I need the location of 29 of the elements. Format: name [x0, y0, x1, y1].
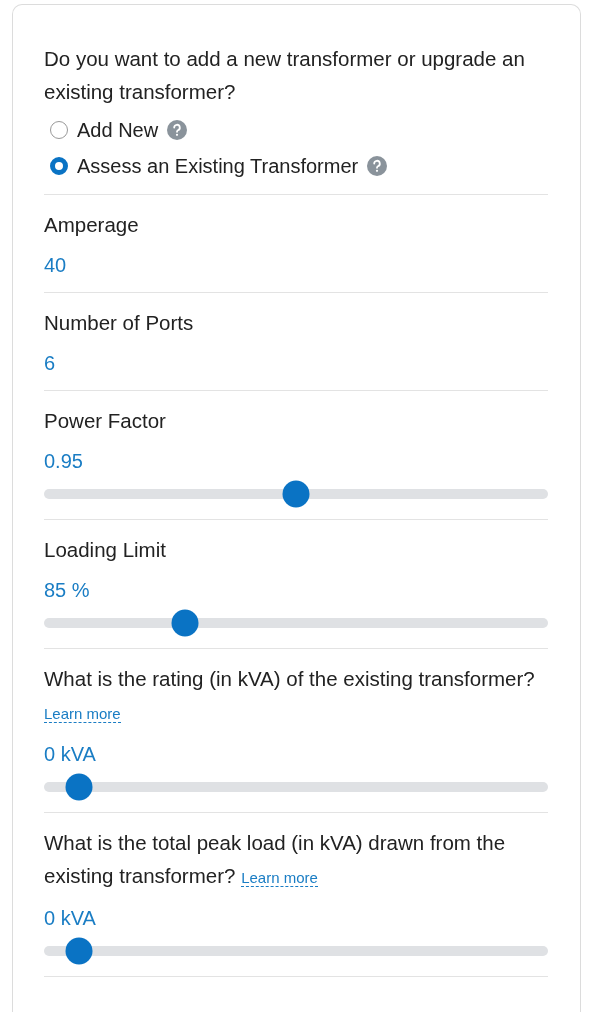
learn-more-link[interactable]: Learn more: [44, 705, 121, 723]
radio-button[interactable]: [50, 121, 68, 139]
field-value: 40: [44, 253, 68, 278]
slider[interactable]: [44, 937, 548, 964]
field-label: Loading Limit: [44, 537, 167, 563]
option-label[interactable]: Add New: [77, 114, 159, 146]
field-label: What is the rating (in kVA) of the existing transformer? Learn more: [44, 666, 536, 725]
question-text: Do you want to add a new transformer or upgrade an existing transformer?: [44, 46, 526, 105]
field-label: Number of Ports: [44, 310, 195, 336]
slider[interactable]: [44, 480, 548, 507]
slider-value: 0 kVA: [44, 906, 97, 931]
field-label: Power Factor: [44, 408, 167, 434]
slider[interactable]: [44, 609, 548, 636]
help-icon[interactable]: [367, 156, 388, 176]
slider-value: 0.95: [44, 449, 84, 474]
learn-more-link[interactable]: Learn more: [241, 869, 318, 887]
slider-value: 85 %: [44, 578, 91, 603]
slider-thumb[interactable]: [171, 609, 199, 636]
radio-button[interactable]: [50, 157, 68, 175]
option-label[interactable]: Assess an Existing Transformer: [77, 150, 359, 182]
slider-thumb[interactable]: [65, 773, 93, 800]
slider-thumb[interactable]: [282, 480, 310, 507]
field-label: Amperage: [44, 212, 140, 238]
slider[interactable]: [44, 773, 548, 800]
slider-thumb[interactable]: [65, 937, 93, 964]
field-value: 6: [44, 351, 57, 376]
field-label: What is the total peak load (in kVA) drawn from the existing transformer? Learn more: [44, 830, 507, 889]
help-icon[interactable]: [167, 120, 188, 140]
slider-value: 0 kVA: [44, 742, 97, 767]
